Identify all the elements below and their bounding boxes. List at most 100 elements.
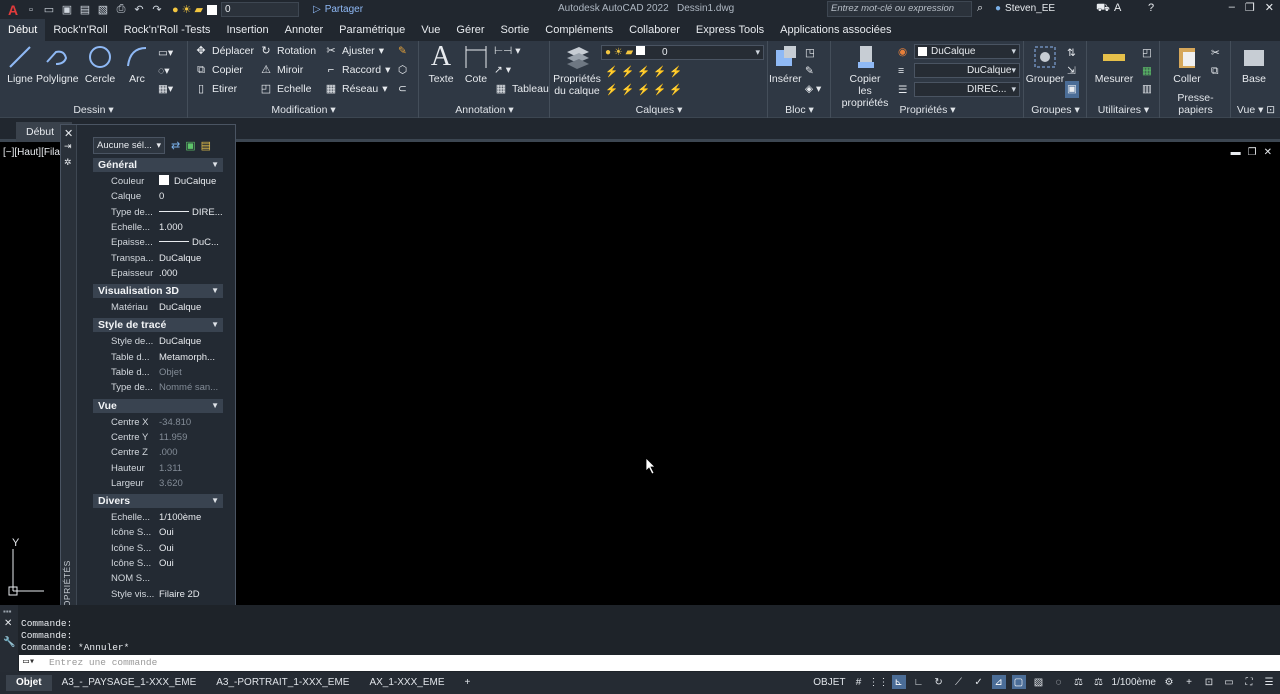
tab-gerer[interactable]: Gérer bbox=[448, 19, 492, 41]
etirer-button[interactable]: ▯ Etirer bbox=[194, 81, 237, 98]
explode-icon[interactable]: ⬡ bbox=[398, 62, 407, 79]
property-row[interactable]: Icône S... Oui bbox=[93, 525, 223, 540]
polar-icon[interactable]: ↻ bbox=[932, 675, 946, 689]
base-button[interactable]: Base bbox=[1238, 43, 1270, 85]
undo-icon[interactable]: ↶ bbox=[132, 3, 146, 16]
command-input[interactable]: ▭▾ Entrez une commande bbox=[19, 655, 1280, 671]
tableau-button[interactable]: ▦ Tableau bbox=[494, 81, 549, 98]
object-snap-tracking-icon[interactable]: ✓ bbox=[972, 675, 986, 689]
property-row[interactable]: Epaisseur .000 bbox=[93, 266, 223, 281]
property-row[interactable]: Centre Z .000 bbox=[93, 445, 223, 460]
create-block-icon[interactable]: ◳ bbox=[805, 45, 815, 62]
minimize-icon[interactable]: – bbox=[1229, 1, 1235, 14]
autodesk-a360-icon[interactable]: A bbox=[1114, 2, 1121, 14]
property-row[interactable]: Largeur 3.620 bbox=[93, 476, 223, 491]
property-value[interactable]: Oui bbox=[159, 556, 223, 571]
panel-title-proprietes[interactable]: Propriétés ▾ bbox=[832, 104, 1023, 116]
property-value[interactable]: Metamorph... bbox=[159, 350, 223, 365]
model-space-toggle[interactable]: OBJET bbox=[813, 677, 845, 688]
transparency-icon[interactable]: ▧ bbox=[1032, 675, 1046, 689]
property-value[interactable]: DuCalque bbox=[159, 300, 223, 315]
property-row[interactable]: Type de... Nommé san... bbox=[93, 380, 223, 395]
echelle-button[interactable]: ◰ Echelle bbox=[259, 81, 312, 98]
property-row[interactable]: Table d... Metamorph... bbox=[93, 350, 223, 365]
save-as-icon[interactable]: ▤ bbox=[78, 3, 92, 16]
miroir-button[interactable]: ⚠ Miroir bbox=[259, 62, 303, 79]
property-section-header[interactable]: Style de tracé bbox=[93, 318, 223, 333]
leader-icon[interactable]: ↗ ▾ bbox=[494, 62, 511, 79]
vp-restore-icon[interactable]: ❐ bbox=[1248, 147, 1257, 158]
ligne-button[interactable]: Ligne bbox=[4, 43, 36, 85]
restore-icon[interactable]: ❐ bbox=[1245, 1, 1255, 14]
search-input[interactable]: Entrez mot-clé ou expression bbox=[827, 1, 972, 17]
mesurer-button[interactable]: Mesurer bbox=[1092, 43, 1136, 85]
property-value[interactable]: Filaire 2D bbox=[159, 587, 223, 602]
property-value[interactable]: Objet bbox=[159, 365, 223, 380]
quick-layer-control[interactable]: ● ☀ ▰ 0 bbox=[172, 2, 299, 17]
isolate-objects-icon[interactable]: ▭ bbox=[1222, 675, 1236, 689]
lineweight-dropdown[interactable]: DuCalque bbox=[914, 63, 1020, 78]
quick-select-icon[interactable]: ◰ bbox=[1142, 45, 1152, 62]
tab-debut[interactable]: Début bbox=[0, 19, 46, 41]
property-row[interactable]: Style vis... Filaire 2D bbox=[93, 587, 223, 602]
property-value[interactable]: DuCalque bbox=[159, 334, 223, 349]
property-value[interactable]: Nommé san... bbox=[159, 380, 223, 395]
command-prompt-icon[interactable]: ▭▾ bbox=[23, 655, 35, 671]
property-section-header[interactable]: Général bbox=[93, 158, 223, 172]
property-value[interactable]: DuCalque bbox=[159, 251, 223, 266]
cote-button[interactable]: Cote bbox=[460, 43, 492, 85]
property-value[interactable]: .000 bbox=[159, 445, 223, 460]
quick-select-palette-icon[interactable]: ▤ bbox=[201, 139, 211, 152]
workspace-gear-icon[interactable]: ⚙ bbox=[1162, 675, 1176, 689]
panel-title-vue[interactable]: Vue ▾ ⊡ bbox=[1232, 104, 1280, 116]
tab-express-tools[interactable]: Express Tools bbox=[688, 19, 772, 41]
attribute-icon[interactable]: ◈ ▾ bbox=[805, 81, 821, 98]
share-button[interactable]: ▷ Partager bbox=[313, 4, 363, 15]
panel-title-dessin[interactable]: Dessin ▾ bbox=[0, 104, 187, 116]
palette-autohide-icon[interactable]: ⇥ bbox=[64, 141, 72, 152]
property-value[interactable]: DuCalque bbox=[159, 174, 223, 189]
redo-icon[interactable]: ↷ bbox=[150, 3, 164, 16]
property-row[interactable]: Calque 0 bbox=[93, 189, 223, 204]
annotation-monitor-icon[interactable]: + bbox=[1182, 675, 1196, 689]
grid-icon[interactable]: # bbox=[852, 675, 866, 689]
layer-tools-row1-icon[interactable]: ⚡ ⚡ ⚡ ⚡ ⚡ bbox=[605, 64, 682, 81]
palette-settings-icon[interactable]: ✲ bbox=[64, 157, 72, 168]
property-section-header[interactable]: Vue bbox=[93, 398, 223, 413]
property-row[interactable]: Centre X -34.810 bbox=[93, 415, 223, 430]
property-row[interactable]: Icône S... Oui bbox=[93, 556, 223, 571]
property-section-header[interactable]: Visualisation 3D bbox=[93, 284, 223, 299]
autoscale-icon[interactable]: ⚖ bbox=[1092, 675, 1106, 689]
property-value[interactable]: 1.000 bbox=[159, 220, 223, 235]
tab-vue[interactable]: Vue bbox=[413, 19, 448, 41]
palette-close-icon[interactable]: ✕ bbox=[64, 127, 73, 140]
property-row[interactable]: Hauteur 1.311 bbox=[93, 461, 223, 476]
units-icon[interactable]: ⊡ bbox=[1202, 675, 1216, 689]
select-objects-icon[interactable]: ▣ bbox=[185, 139, 195, 152]
ortho-icon[interactable]: ∟ bbox=[912, 675, 926, 689]
layout-tab-objet[interactable]: Objet bbox=[6, 675, 52, 691]
command-customize-icon[interactable]: 🔧 bbox=[3, 637, 15, 648]
property-value[interactable]: DuC... bbox=[159, 235, 223, 250]
copy-clip-icon[interactable]: ⧉ bbox=[1211, 63, 1219, 80]
isodraft-icon[interactable]: ⟋ bbox=[952, 675, 966, 689]
layout-tab-ax[interactable]: AX_1-XXX_EME bbox=[359, 675, 454, 691]
new-file-icon[interactable]: ▫ bbox=[24, 3, 38, 16]
cercle-button[interactable]: Cercle bbox=[82, 43, 118, 85]
property-row[interactable]: Centre Y 11.959 bbox=[93, 430, 223, 445]
infer-constraints-icon[interactable]: ⊾ bbox=[891, 675, 906, 689]
panel-title-utilitaires[interactable]: Utilitaires ▾ bbox=[1088, 104, 1159, 116]
property-section-header[interactable]: Divers bbox=[93, 494, 223, 509]
viewport-controls-label[interactable]: [−][Haut][Fila bbox=[3, 147, 60, 158]
property-row[interactable]: Couleur DuCalque bbox=[93, 174, 223, 189]
tab-rocknroll-tests[interactable]: Rock'n'Roll -Tests bbox=[116, 19, 219, 41]
tab-insertion[interactable]: Insertion bbox=[218, 19, 276, 41]
reseau-button[interactable]: ▦ Réseau ▾ bbox=[324, 81, 388, 98]
property-value[interactable]: DIRE... bbox=[159, 205, 223, 220]
hatch-icon[interactable]: ◌▾ bbox=[158, 63, 170, 80]
texte-button[interactable]: A Texte bbox=[425, 43, 457, 86]
tab-annoter[interactable]: Annoter bbox=[277, 19, 332, 41]
tab-rocknroll[interactable]: Rock'n'Roll bbox=[45, 19, 115, 41]
inserer-button[interactable]: Insérer bbox=[769, 43, 802, 85]
command-line-handle[interactable]: ▪▪▪ ✕ 🔧 bbox=[0, 605, 18, 672]
